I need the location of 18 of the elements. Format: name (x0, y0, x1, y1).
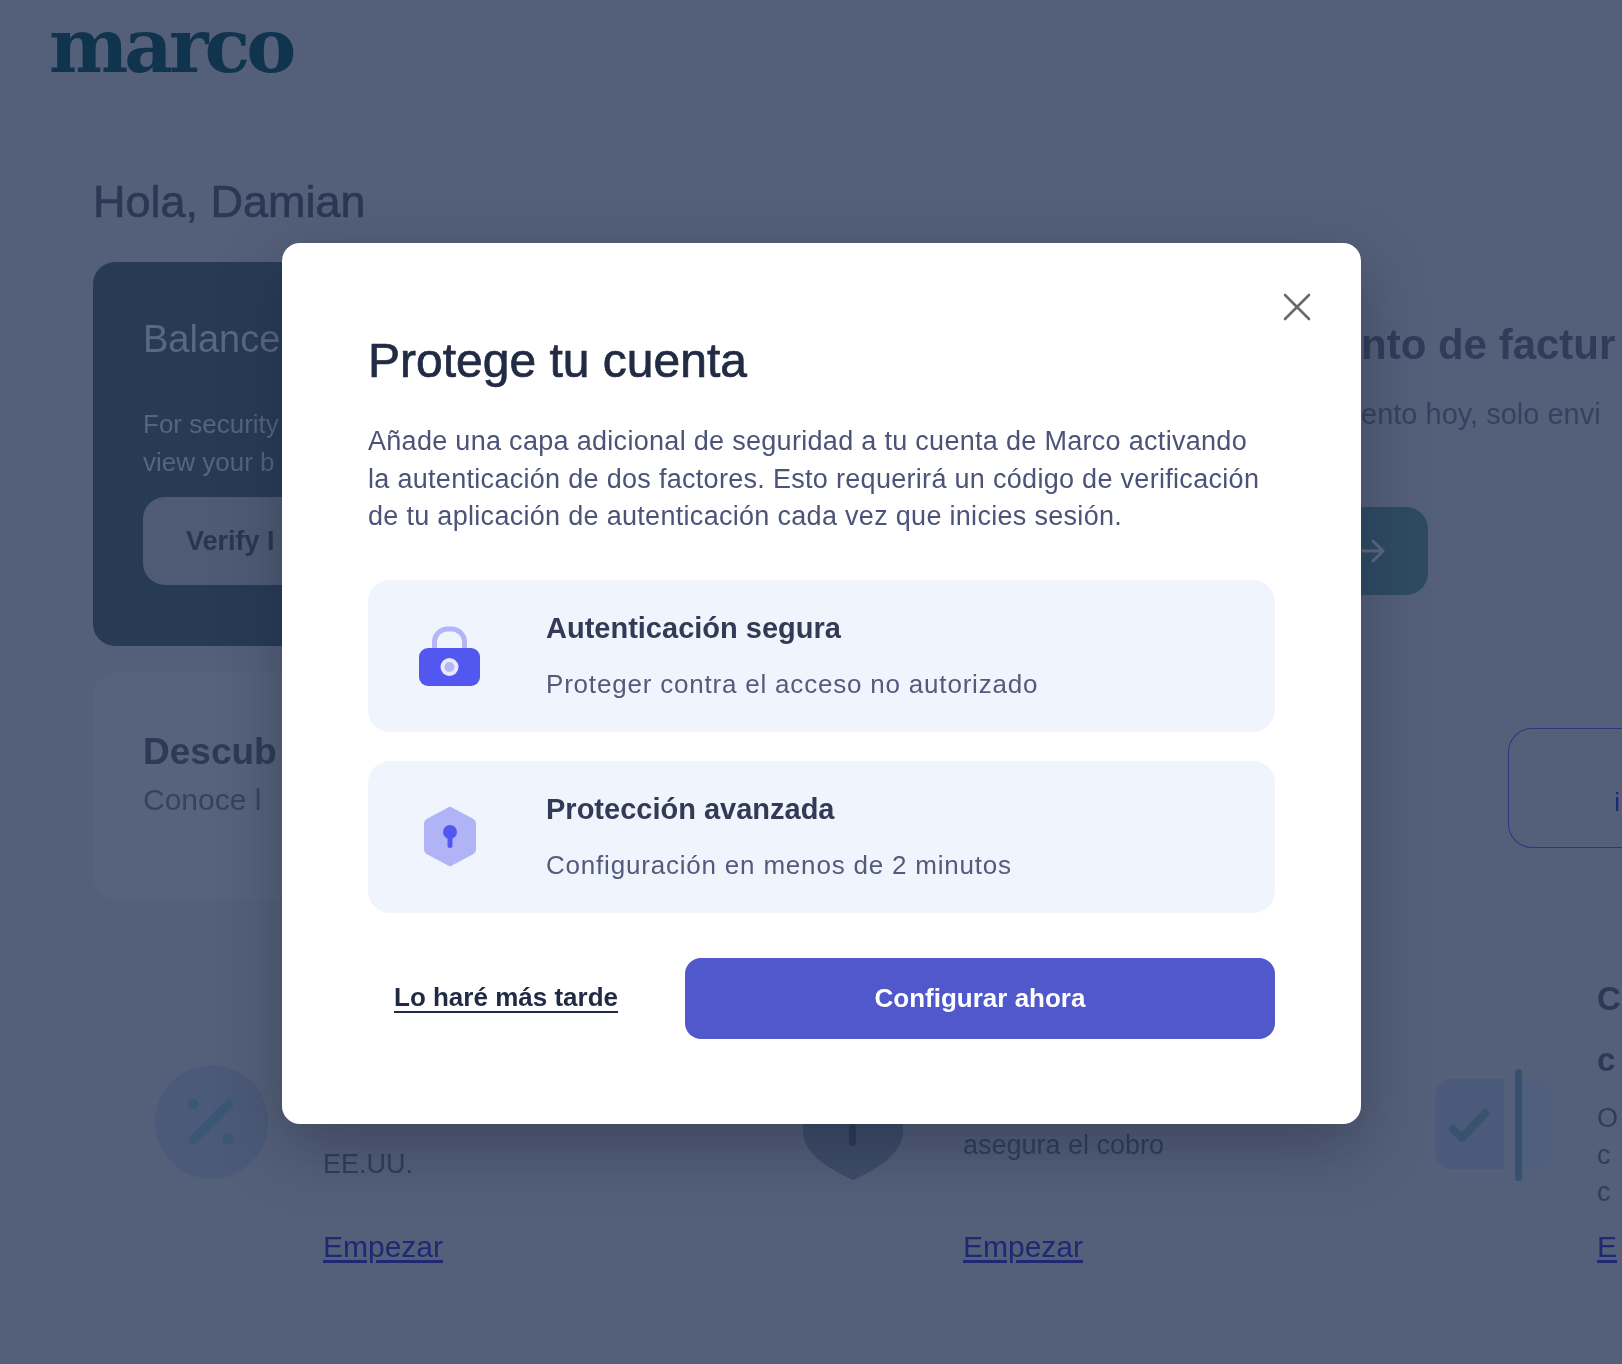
start-link[interactable]: Empezar (963, 1227, 1084, 1267)
lock-icon (419, 625, 480, 686)
arrow-icon (1362, 538, 1386, 564)
shield-icon (803, 1124, 903, 1180)
shield-icon (424, 806, 476, 867)
configure-button[interactable]: Configurar ahora (685, 957, 1275, 1039)
close-button[interactable] (1283, 293, 1311, 321)
later-link[interactable]: Lo haré más tarde (394, 982, 618, 1014)
modal-title: Protege tu cuenta (368, 333, 747, 389)
feature-title: Autenticación segura (546, 611, 841, 646)
feature-description: Proteger contra el acceso no autorizado (546, 668, 1039, 701)
start-link[interactable]: Empezar (323, 1227, 444, 1267)
feature-title: Protección avanzada (546, 792, 835, 827)
modal-description: Añade una capa adicional de seguridad a tu cuenta de Marco activando la autenticación de dos factores. Esto requerirá un código de verificación de tu aplicación de autenticación cada vez que inicies sesión. (368, 425, 1261, 533)
close-icon (1283, 293, 1311, 321)
logo: marco (49, 9, 293, 84)
feature-description: Configuración en menos de 2 minutos (546, 849, 1012, 882)
percent-icon (155, 1065, 268, 1179)
